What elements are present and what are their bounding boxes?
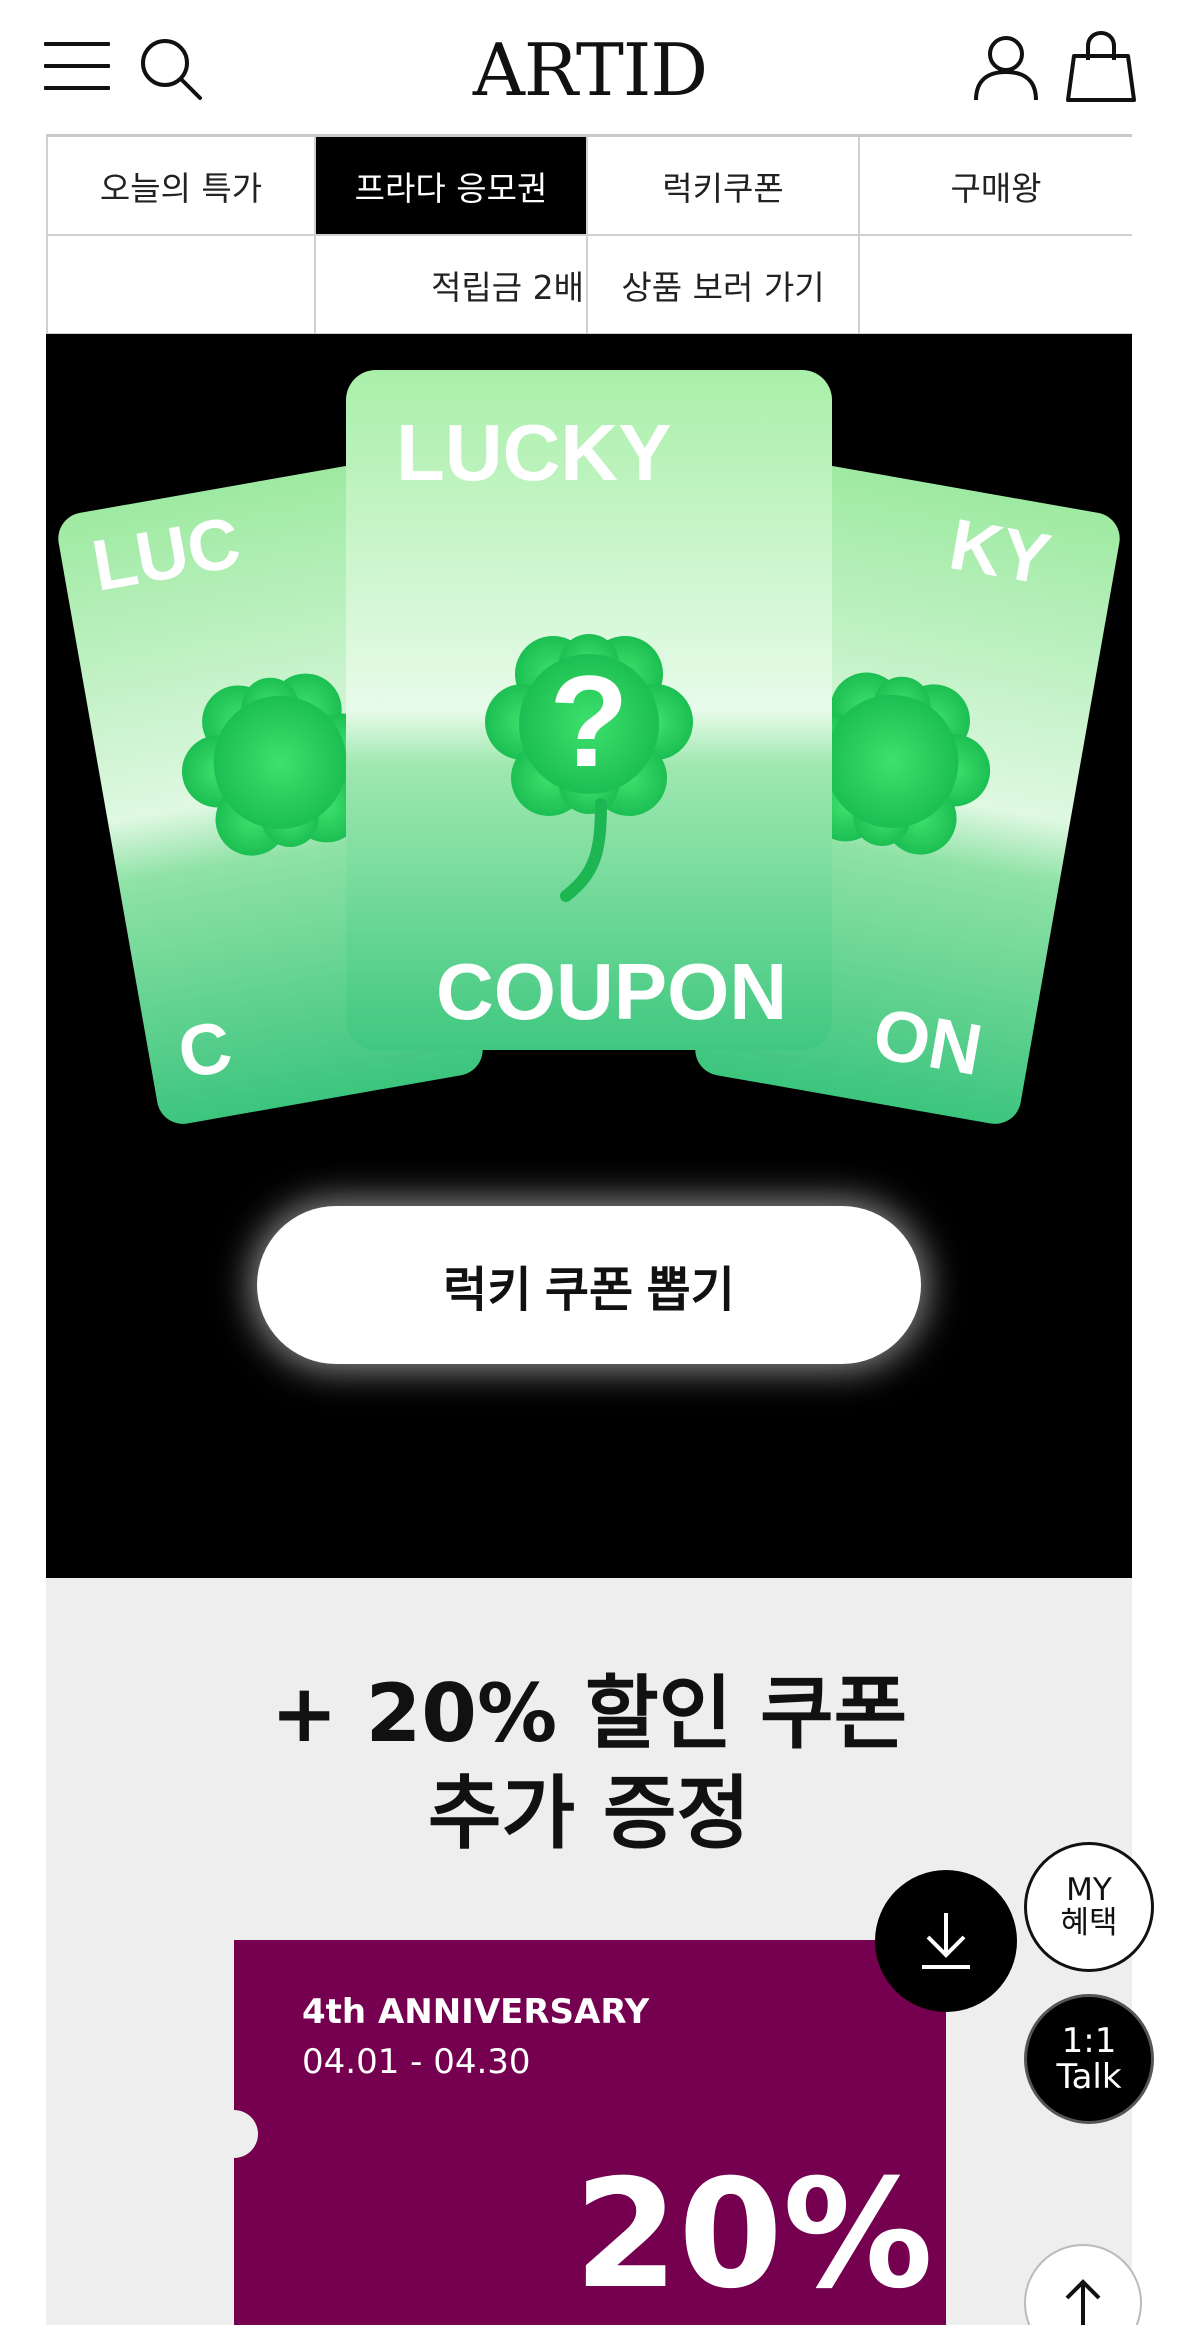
menu-icon[interactable] [44,42,112,90]
promo-title-line2: 추가 증정 [427,1767,751,1860]
anniversary-coupon[interactable]: 4th ANNIVERSARY 04.01 - 04.30 20% [210,1940,946,2325]
right-card-top-text: KY [944,504,1056,600]
tab-empty-cell [860,236,1132,335]
tab-purchase-king[interactable]: 구매왕 [860,137,1132,236]
talk-line2: Talk [1056,2057,1122,2097]
my-benefits-line2: 혜택 [1060,1905,1118,1941]
search-icon[interactable] [138,36,204,102]
lucky-coupon-hero: LUC C KY ON LUCKY ? COUPON 럭키 쿠폰 뽑기 [46,334,1132,1578]
tab-lucky-coupon[interactable]: 럭키쿠폰 [588,137,860,236]
promo-title-line1: + 20% 할인 쿠폰 [270,1667,908,1760]
card-lucky-text: LUCKY [396,408,672,497]
coupon-dates: 04.01 - 04.30 [302,2042,531,2082]
arrow-up-icon [1065,2279,1101,2325]
coupon-discount: 20% [574,2148,934,2322]
card-question-mark: ? [549,648,628,794]
tab-double-points[interactable]: 적립금 2배 [316,236,588,335]
tab-view-products[interactable]: 상품 보러 가기 [588,236,860,335]
my-benefits-line1: MY [1066,1872,1112,1908]
promo-title: + 20% 할인 쿠폰 추가 증정 [46,1664,1132,1864]
user-icon[interactable] [970,32,1042,104]
logo[interactable]: ARTID [440,30,740,110]
event-tab-grid: 오늘의 특가 프라다 응모권 럭키쿠폰 구매왕 적립금 2배 상품 보러 가기 [46,134,1132,335]
center-lucky-card: LUCKY ? COUPON [346,370,832,1050]
header: ARTID [0,0,1179,136]
coupon-event-title: 4th ANNIVERSARY [302,1992,650,2032]
lucky-coupon-cards: LUC C KY ON LUCKY ? COUPON [58,370,1120,1124]
draw-lucky-coupon-button[interactable]: 럭키 쿠폰 뽑기 [257,1206,921,1364]
download-icon [922,1913,970,1969]
download-button[interactable] [875,1870,1017,2012]
tab-prada-entry[interactable]: 프라다 응모권 [316,137,588,236]
tab-double-points-label: 적립금 2배 [431,267,584,307]
tab-empty-cell [46,236,316,335]
shopping-bag-icon[interactable] [1066,30,1136,104]
coupon-notch [210,2110,258,2158]
talk-line1: 1:1 [1061,2021,1117,2061]
my-benefits-button[interactable]: MY 혜택 [1024,1842,1154,1972]
card-coupon-text: COUPON [436,947,787,1036]
one-on-one-talk-button[interactable]: 1:1 Talk [1024,1994,1154,2124]
tab-today-deal[interactable]: 오늘의 특가 [46,137,316,236]
